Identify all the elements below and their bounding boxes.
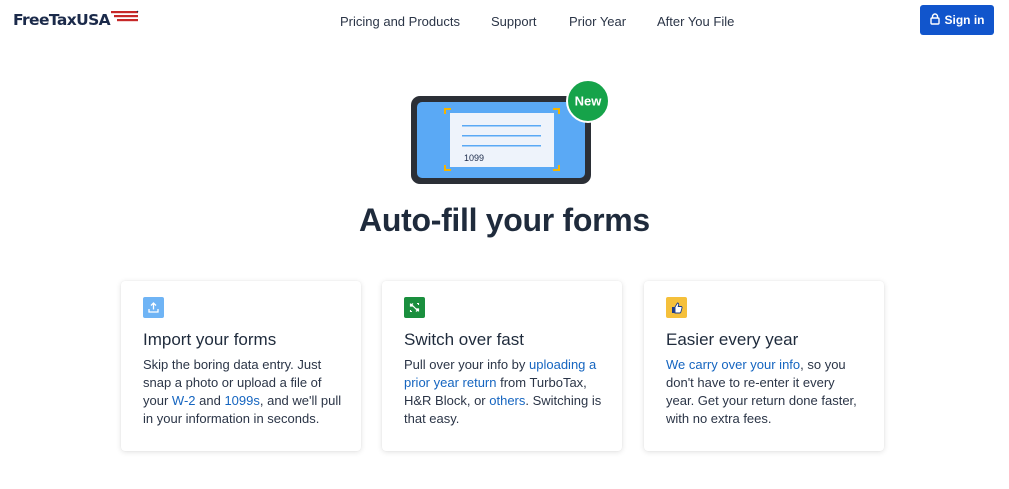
new-badge: New (575, 94, 603, 109)
freetaxusa-logo[interactable]: FreeTaxUSA (13, 10, 139, 29)
1099s-link[interactable]: 1099s (224, 393, 259, 408)
card-text: and (195, 393, 225, 408)
feature-card-import: Import your forms Skip the boring data e… (121, 281, 361, 451)
phone-scan-illustration: 1099 New (405, 78, 617, 195)
lock-icon (929, 12, 940, 28)
card-body: We carry over your info, so you don't ha… (666, 356, 866, 428)
logo-text: FreeTaxUSA (13, 10, 111, 29)
thumbs-up-icon (666, 297, 687, 318)
nav-prior-year[interactable]: Prior Year (569, 14, 626, 29)
card-title: Easier every year (666, 330, 799, 349)
page-headline: Auto-fill your forms (359, 202, 650, 238)
w2-link[interactable]: W-2 (172, 393, 196, 408)
card-text: Pull over your info by (404, 357, 530, 372)
nav-support[interactable]: Support (491, 14, 537, 29)
feature-card-switch: Switch over fast Pull over your info by … (382, 281, 622, 451)
site-header: FreeTaxUSA Pricing and Products Support … (0, 0, 1009, 44)
sign-in-label: Sign in (944, 13, 985, 27)
card-body: Pull over your info by uploading a prior… (404, 356, 604, 428)
card-title: Import your forms (143, 330, 277, 349)
upload-icon (143, 297, 164, 318)
nav-after-you-file[interactable]: After You File (657, 14, 734, 29)
switch-arrows-icon (404, 297, 425, 318)
flag-stripes-icon (111, 10, 139, 29)
feature-card-easier: Easier every year We carry over your inf… (644, 281, 884, 451)
others-link[interactable]: others (489, 393, 525, 408)
nav-pricing-and-products[interactable]: Pricing and Products (340, 14, 460, 29)
card-title: Switch over fast (404, 330, 524, 349)
sign-in-button[interactable]: Sign in (920, 5, 994, 35)
card-body: Skip the boring data entry. Just snap a … (143, 356, 343, 428)
form-label-1099: 1099 (464, 153, 484, 163)
carry-over-info-link[interactable]: We carry over your info (666, 357, 800, 372)
